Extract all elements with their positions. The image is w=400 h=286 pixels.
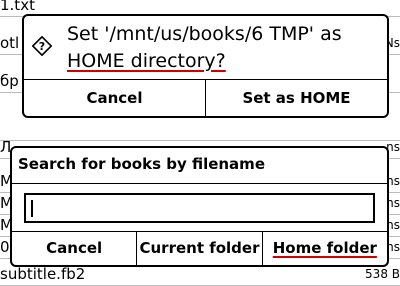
dialog-title: Search for books by filename <box>18 155 265 173</box>
svg-text:?: ? <box>39 40 45 53</box>
dialog-message: Set '/mnt/us/books/6 TMP' as HOME direct… <box>67 21 342 75</box>
home-folder-button[interactable]: Home folder <box>261 232 387 265</box>
divider <box>12 183 387 184</box>
message-line-2: HOME directory? <box>67 50 226 72</box>
home-folder-label: Home folder <box>272 239 377 257</box>
file-name: бр <box>0 72 19 90</box>
file-name: 0 <box>0 238 10 256</box>
question-icon: ? <box>32 36 52 56</box>
dialog-button-row: Cancel Current folder Home folder <box>12 231 387 265</box>
search-dialog: Search for books by filename Cancel Curr… <box>10 146 389 267</box>
set-as-home-button[interactable]: Set as HOME <box>205 80 387 116</box>
file-name: otl <box>0 34 20 52</box>
text-cursor <box>31 200 33 217</box>
cancel-button[interactable]: Cancel <box>24 80 205 116</box>
search-input[interactable] <box>24 193 375 223</box>
set-home-dialog: ? Set '/mnt/us/books/6 TMP' as HOME dire… <box>22 14 389 118</box>
message-line-1: Set '/mnt/us/books/6 TMP' as <box>67 23 342 45</box>
dialog-button-row: Cancel Set as HOME <box>24 79 387 116</box>
current-folder-button[interactable]: Current folder <box>136 232 261 265</box>
cancel-button[interactable]: Cancel <box>12 232 136 265</box>
